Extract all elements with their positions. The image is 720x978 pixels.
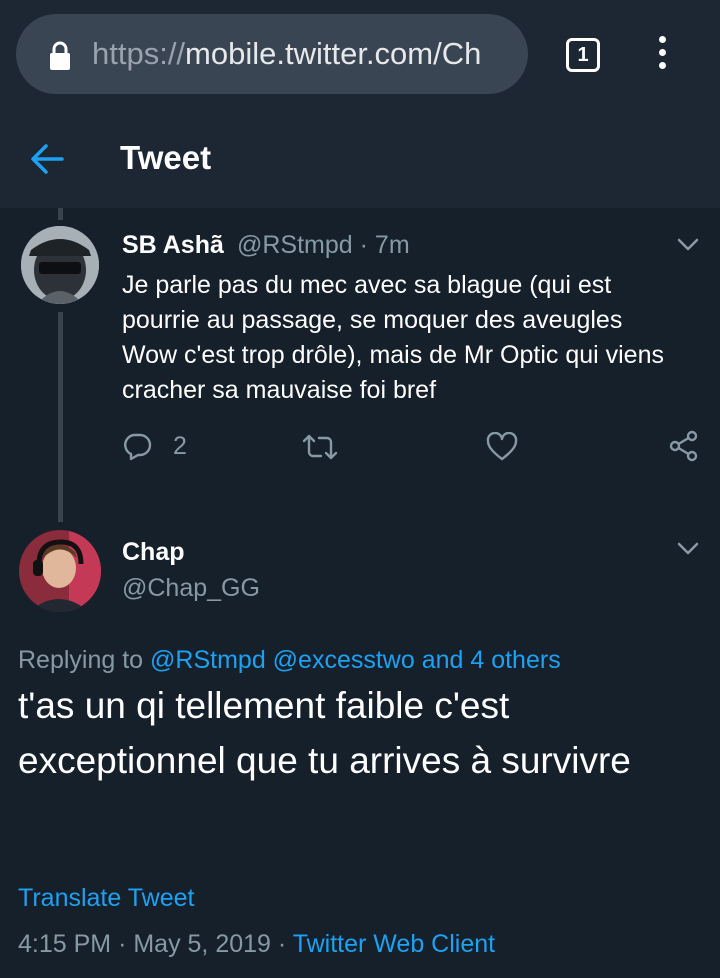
url-bar[interactable]: https://mobile.twitter.com/Ch — [16, 14, 528, 94]
main-author-name[interactable]: Chap — [122, 537, 185, 567]
like-icon[interactable] — [486, 432, 518, 462]
main-author-handle[interactable]: @Chap_GG — [122, 573, 260, 603]
separator-dot: · — [359, 231, 368, 259]
parent-tweet-text: Je parle pas du mec avec sa blague (qui … — [122, 271, 664, 404]
parent-author-handle: @RStmpd · 7m — [237, 230, 410, 260]
tweet-client[interactable]: Twitter Web Client — [293, 930, 495, 958]
reply-icon[interactable] — [122, 431, 152, 461]
parent-author-name[interactable]: SB Ashã — [122, 230, 224, 260]
meta-dot: · — [118, 930, 127, 958]
main-tweet-text: t'as un qi tellement faible c'est except… — [18, 685, 631, 781]
tweet-metadata: 4:15 PM · May 5, 2019 · Twitter Web Clie… — [18, 928, 495, 960]
tweet-date: May 5, 2019 — [133, 930, 271, 958]
chevron-down-icon[interactable] — [677, 238, 699, 252]
tabs-icon[interactable]: 1 — [566, 38, 600, 72]
tab-count: 1 — [577, 43, 589, 66]
back-arrow-icon[interactable] — [30, 143, 64, 175]
avatar[interactable] — [21, 226, 99, 304]
retweet-icon[interactable] — [302, 432, 338, 462]
app-header: Tweet — [0, 110, 720, 208]
url-text[interactable]: https://mobile.twitter.com/Ch — [92, 36, 481, 72]
url-scheme: https:// — [92, 36, 186, 71]
parent-timestamp[interactable]: 7m — [375, 231, 410, 259]
thread-line-bottom — [58, 312, 63, 522]
share-icon[interactable] — [668, 430, 700, 462]
tweet-time: 4:15 PM — [18, 930, 112, 958]
chevron-down-icon[interactable] — [677, 542, 699, 556]
reply-count: 2 — [173, 432, 187, 460]
page-title: Tweet — [120, 139, 212, 176]
avatar-image — [21, 226, 99, 304]
replying-to-links[interactable]: @RStmpd @excesstwo and 4 others — [150, 646, 561, 674]
replying-prefix: Replying to — [18, 646, 144, 674]
thread-line-top — [58, 208, 63, 220]
parent-handle-text[interactable]: @RStmpd — [237, 231, 353, 259]
replying-to: Replying to @RStmpd @excesstwo and 4 oth… — [18, 644, 561, 676]
more-vert-icon[interactable] — [652, 36, 672, 76]
avatar[interactable] — [19, 530, 101, 612]
url-host: mobile.twitter.com/Ch — [185, 36, 482, 71]
avatar-image — [19, 530, 101, 612]
browser-toolbar: https://mobile.twitter.com/Ch 1 — [0, 0, 720, 110]
lock-icon — [50, 41, 70, 70]
meta-dot: · — [277, 930, 287, 958]
translate-tweet-link[interactable]: Translate Tweet — [18, 882, 194, 914]
